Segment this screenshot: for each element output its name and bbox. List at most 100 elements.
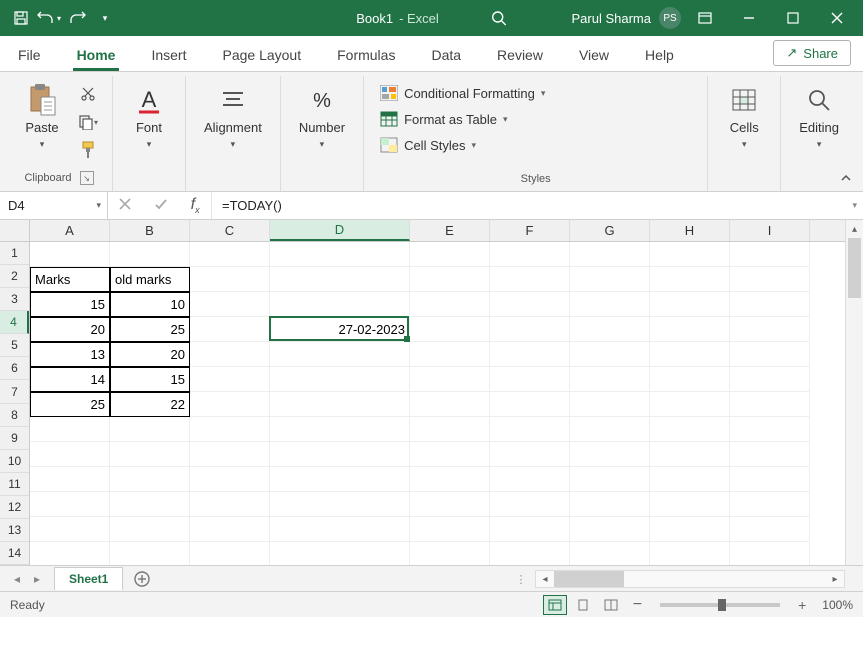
vertical-scrollbar[interactable]: ▴ [845,220,863,565]
cell-H13[interactable] [650,542,730,565]
cell-E1[interactable] [410,242,490,267]
cell-B9[interactable] [110,442,190,467]
enter-formula-icon[interactable] [154,197,168,215]
cell-G4[interactable] [570,317,650,342]
zoom-in-button[interactable]: + [792,597,812,613]
cell-B4[interactable]: 25 [110,317,190,342]
cell-H9[interactable] [650,442,730,467]
cell-F11[interactable] [490,492,570,517]
cell-C1[interactable] [190,242,270,267]
save-icon[interactable] [8,5,34,31]
cell-E11[interactable] [410,492,490,517]
col-header-C[interactable]: C [190,220,270,241]
cell-C6[interactable] [190,367,270,392]
col-header-H[interactable]: H [650,220,730,241]
cell-C5[interactable] [190,342,270,367]
scroll-thumb[interactable] [554,571,624,587]
cell-H2[interactable] [650,267,730,292]
col-header-F[interactable]: F [490,220,570,241]
cell-C2[interactable] [190,267,270,292]
cell-A4[interactable]: 20 [30,317,110,342]
cell-I3[interactable] [730,292,810,317]
cell-H4[interactable] [650,317,730,342]
cell-G7[interactable] [570,392,650,417]
tab-view[interactable]: View [575,41,613,71]
cell-B8[interactable] [110,417,190,442]
horizontal-scrollbar[interactable]: ◂ ▸ [535,570,845,588]
cell-A13[interactable] [30,542,110,565]
col-header-I[interactable]: I [730,220,810,241]
cell-G5[interactable] [570,342,650,367]
cell-B11[interactable] [110,492,190,517]
tab-formulas[interactable]: Formulas [333,41,399,71]
cell-A3[interactable]: 15 [30,292,110,317]
cell-B3[interactable]: 10 [110,292,190,317]
editing-button[interactable]: Editing ▾ [791,78,847,154]
sheet-nav-next-icon[interactable]: ▸ [28,572,46,586]
cell-D1[interactable] [270,242,410,267]
cell-B10[interactable] [110,467,190,492]
cell-B7[interactable]: 22 [110,392,190,417]
collapse-ribbon-icon[interactable] [837,169,855,187]
cut-button[interactable] [74,82,102,106]
paste-button[interactable]: Paste ▾ [16,78,68,154]
cell-G13[interactable] [570,542,650,565]
col-header-G[interactable]: G [570,220,650,241]
cell-A9[interactable] [30,442,110,467]
cell-C13[interactable] [190,542,270,565]
sheet-nav-prev-icon[interactable]: ◂ [8,572,26,586]
cell-D6[interactable] [270,367,410,392]
page-layout-view-button[interactable] [571,595,595,615]
expand-formula-bar-icon[interactable]: ▾ [852,200,857,211]
customize-qat-icon[interactable]: ▾ [92,5,118,31]
cell-D13[interactable] [270,542,410,565]
font-button[interactable]: A Font ▾ [123,78,175,154]
dialog-launcher-icon[interactable]: ↘ [80,171,94,185]
tab-help[interactable]: Help [641,41,678,71]
format-painter-button[interactable] [74,138,102,162]
cell-F3[interactable] [490,292,570,317]
minimize-icon[interactable] [729,0,769,36]
cell-F8[interactable] [490,417,570,442]
cell-E4[interactable] [410,317,490,342]
row-header-5[interactable]: 5 [0,334,29,357]
cell-I7[interactable] [730,392,810,417]
alignment-button[interactable]: Alignment ▾ [196,78,270,154]
zoom-level[interactable]: 100% [822,598,853,612]
format-as-table-button[interactable]: Format as Table ▾ [376,108,549,130]
cell-F5[interactable] [490,342,570,367]
cell-F10[interactable] [490,467,570,492]
cell-I4[interactable] [730,317,810,342]
cell-H11[interactable] [650,492,730,517]
cell-H5[interactable] [650,342,730,367]
cell-I6[interactable] [730,367,810,392]
cell-D9[interactable] [270,442,410,467]
cell-E6[interactable] [410,367,490,392]
maximize-icon[interactable] [773,0,813,36]
cell-B2[interactable]: old marks [110,267,190,292]
cell-D4[interactable]: 27-02-2023 [270,317,410,342]
row-header-4[interactable]: 4 [0,311,29,334]
cell-D3[interactable] [270,292,410,317]
cell-G6[interactable] [570,367,650,392]
share-button[interactable]: ↗ Share [773,40,851,66]
col-header-B[interactable]: B [110,220,190,241]
cell-I1[interactable] [730,242,810,267]
cell-A8[interactable] [30,417,110,442]
cell-F12[interactable] [490,517,570,542]
cell-G9[interactable] [570,442,650,467]
formula-input[interactable]: =TODAY() ▾ [212,192,863,219]
add-sheet-button[interactable] [131,568,153,590]
cell-E2[interactable] [410,267,490,292]
cell-C10[interactable] [190,467,270,492]
cell-I10[interactable] [730,467,810,492]
scroll-left-icon[interactable]: ◂ [536,574,554,585]
cell-D7[interactable] [270,392,410,417]
cell-C12[interactable] [190,517,270,542]
zoom-slider[interactable] [660,603,780,607]
row-header-12[interactable]: 12 [0,496,29,519]
cell-C9[interactable] [190,442,270,467]
cells-button[interactable]: Cells ▾ [718,78,770,154]
cell-C7[interactable] [190,392,270,417]
cell-D11[interactable] [270,492,410,517]
